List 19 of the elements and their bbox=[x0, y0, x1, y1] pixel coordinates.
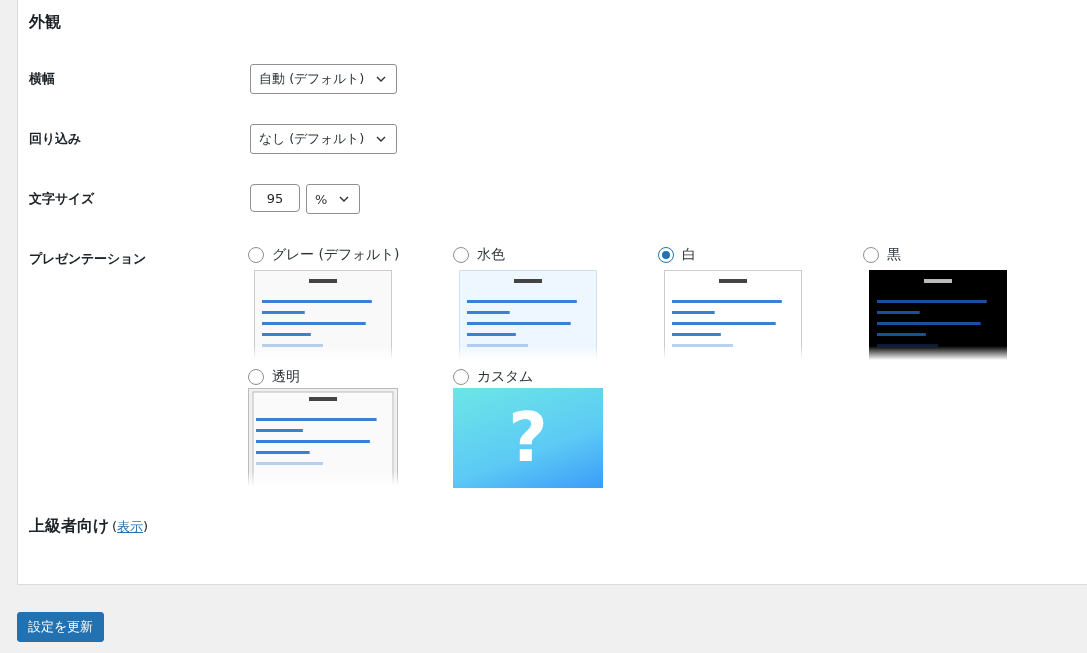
advanced-heading: 上級者向け (表示) bbox=[29, 516, 150, 537]
radio-option[interactable]: 黒 bbox=[863, 244, 901, 266]
field-label: 回り込み bbox=[29, 130, 82, 148]
field-label: プレゼンテーション bbox=[29, 250, 147, 268]
show-link[interactable]: 表示 bbox=[117, 519, 144, 534]
radio-option[interactable]: グレー (デフォルト) bbox=[248, 244, 400, 266]
section-title: 外観 bbox=[29, 11, 62, 33]
question-mark: ? bbox=[508, 404, 548, 472]
dropdown[interactable]: 自動 (デフォルト) bbox=[250, 64, 398, 94]
unit-dropdown[interactable]: % bbox=[306, 184, 361, 214]
font-size-field[interactable]: 95 bbox=[250, 184, 300, 212]
radio-option[interactable]: カスタム bbox=[453, 366, 533, 388]
radio-option[interactable]: 水色 bbox=[453, 244, 505, 266]
dropdown[interactable]: なし (デフォルト) bbox=[250, 124, 398, 154]
radio-option[interactable]: 透明 bbox=[248, 366, 300, 388]
radio-option[interactable]: 白 bbox=[658, 244, 696, 266]
field-label: 文字サイズ bbox=[29, 190, 96, 208]
update-settings-button[interactable]: 設定を更新 bbox=[17, 612, 104, 642]
field-label: 横幅 bbox=[29, 70, 56, 88]
